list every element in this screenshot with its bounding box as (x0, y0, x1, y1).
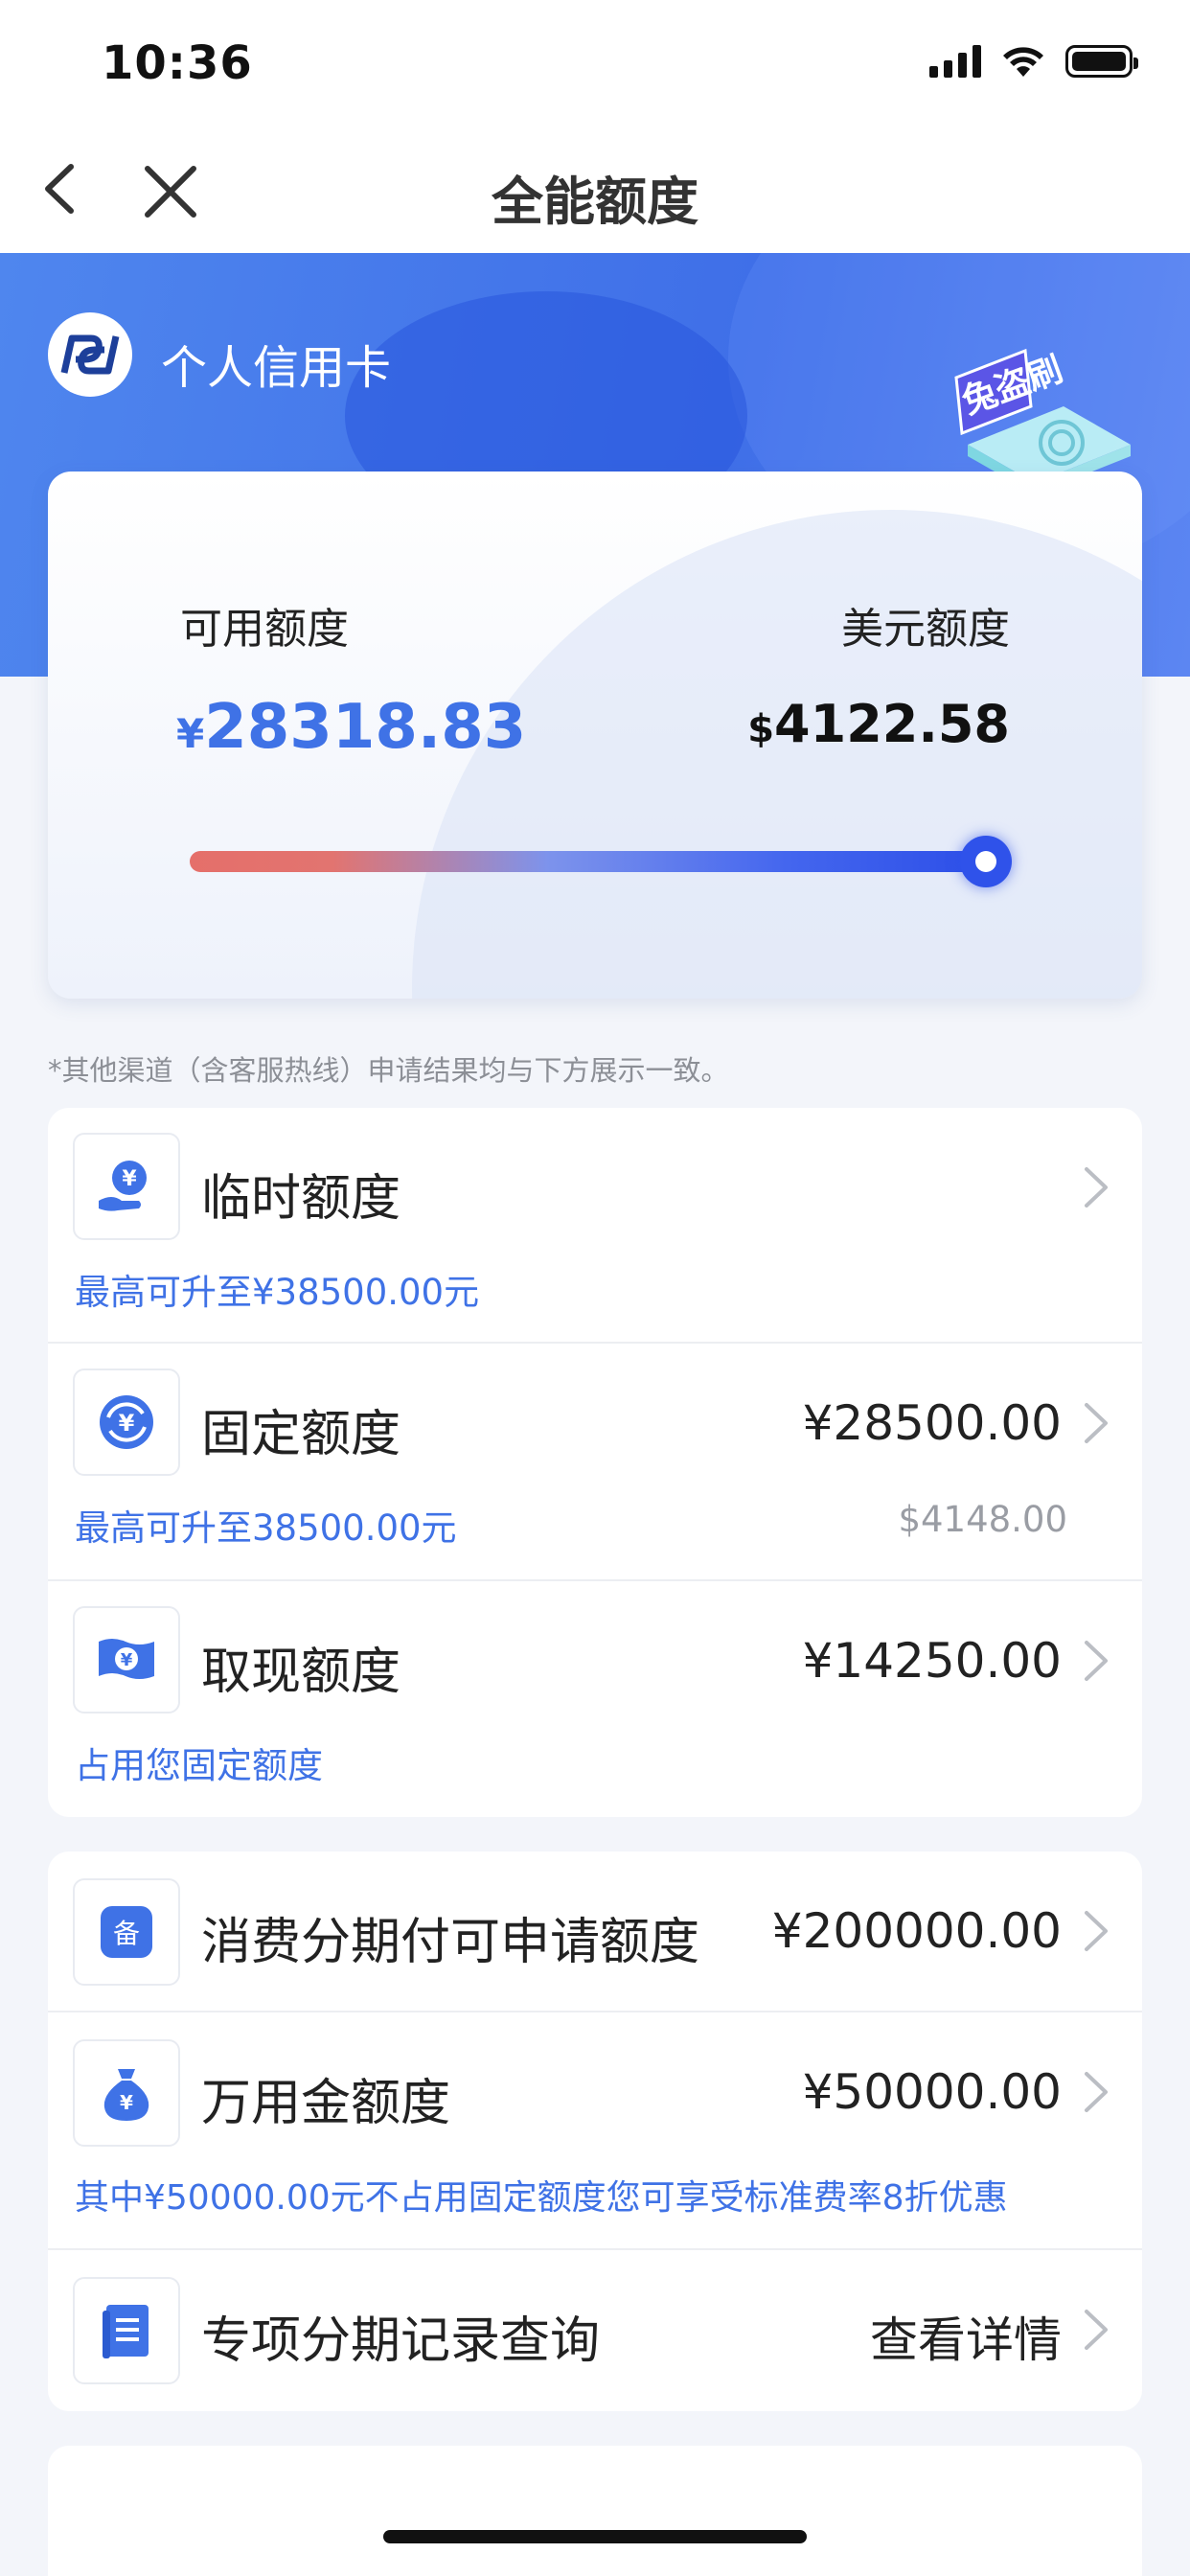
chevron-right-icon (1085, 1641, 1108, 1681)
cash-limit-sub: 占用您固定额度 (75, 1745, 323, 1786)
status-time: 10:36 (102, 36, 253, 90)
special-installment-row[interactable]: 专项分期记录查询 查看详情 (48, 2250, 1142, 2411)
limit-list-secondary: 备 消费分期付可申请额度 ¥200000.00 ¥ 万用金额度 ¥50000.0… (48, 1852, 1142, 2411)
wanyong-limit-name: 万用金额度 (201, 2075, 451, 2132)
wanyong-limit-value: ¥50000.00 (802, 2064, 1062, 2120)
cash-limit-icon: ¥ (73, 1606, 180, 1714)
battery-icon (1065, 45, 1138, 78)
limit-list-tertiary (48, 2446, 1142, 2576)
svg-text:备: 备 (113, 1918, 140, 1949)
home-indicator[interactable] (383, 2530, 807, 2543)
view-details-link[interactable]: 查看详情 (870, 2302, 1062, 2371)
installment-limit-value: ¥200000.00 (771, 1903, 1062, 1959)
svg-text:¥: ¥ (121, 1650, 133, 1670)
svg-text:¥: ¥ (119, 1410, 135, 1437)
limit-progress-knob (960, 836, 1012, 887)
svg-text:¥: ¥ (120, 2091, 133, 2114)
temp-limit-sub: 最高可升至¥38500.00元 (75, 1272, 480, 1313)
cellular-signal-icon (929, 45, 981, 78)
chevron-right-icon (1085, 1167, 1108, 1208)
wanyong-limit-sub: 其中¥50000.00元不占用固定额度您可享受标准费率8折优惠 (75, 2178, 1008, 2218)
fixed-limit-row[interactable]: ¥ 固定额度 ¥28500.00 最高可升至38500.00元 $4148.00 (48, 1344, 1142, 1581)
card-name: 个人信用卡 (161, 341, 392, 395)
usd-limit-label: 美元额度 (841, 605, 1010, 654)
available-limit-amount: ¥28318.83 (176, 692, 527, 763)
cash-limit-value: ¥14250.00 (802, 1633, 1062, 1689)
limit-progress-bar (190, 851, 985, 872)
cash-limit-name: 取现额度 (201, 1644, 401, 1701)
fixed-limit-usd: $4148.00 (898, 1499, 1067, 1540)
status-bar: 10:36 (0, 0, 1190, 126)
money-bag-icon: ¥ (73, 2039, 180, 2147)
chevron-right-icon (1085, 1403, 1108, 1443)
document-list-icon (73, 2277, 180, 2384)
limit-list-primary: ¥ 临时额度 最高可升至¥38500.00元 ¥ 固定额度 ¥28500.00 … (48, 1108, 1142, 1817)
bank-logo (48, 312, 132, 397)
temp-limit-name: 临时额度 (201, 1170, 401, 1228)
available-limit-label: 可用额度 (180, 605, 349, 654)
bank-logo-icon (60, 334, 120, 375)
installment-limit-name: 消费分期付可申请额度 (201, 1914, 700, 1971)
nav-bar: 全能额度 (0, 126, 1190, 253)
usd-limit-amount: $4122.58 (747, 694, 1010, 754)
limit-summary-card: 可用额度 美元额度 ¥28318.83 $4122.58 (48, 472, 1142, 999)
page-title: 全能额度 (492, 172, 698, 232)
chevron-right-icon (1085, 2310, 1108, 2350)
fixed-limit-value: ¥28500.00 (802, 1395, 1062, 1451)
chevron-right-icon (1085, 2072, 1108, 2112)
svg-text:¥: ¥ (122, 1167, 137, 1191)
wanyong-limit-row[interactable]: ¥ 万用金额度 ¥50000.00 其中¥50000.00元不占用固定额度您可享… (48, 2012, 1142, 2248)
chevron-right-icon (1085, 1911, 1108, 1951)
fixed-limit-name: 固定额度 (201, 1406, 401, 1463)
temp-limit-row[interactable]: ¥ 临时额度 最高可升至¥38500.00元 (48, 1108, 1142, 1344)
disclaimer-note: *其他渠道（含客服热线）申请结果均与下方展示一致。 (48, 1054, 729, 1087)
installment-icon: 备 (73, 1878, 180, 1986)
fixed-limit-sub: 最高可升至38500.00元 (75, 1507, 457, 1549)
cash-limit-row[interactable]: ¥ 取现额度 ¥14250.00 占用您固定额度 (48, 1581, 1142, 1817)
special-installment-name: 专项分期记录查询 (201, 2312, 601, 2370)
temp-limit-icon: ¥ (73, 1133, 180, 1240)
installment-limit-row[interactable]: 备 消费分期付可申请额度 ¥200000.00 (48, 1852, 1142, 2012)
status-icons (929, 44, 1138, 79)
wifi-icon (1003, 47, 1043, 77)
fixed-limit-icon: ¥ (73, 1368, 180, 1476)
